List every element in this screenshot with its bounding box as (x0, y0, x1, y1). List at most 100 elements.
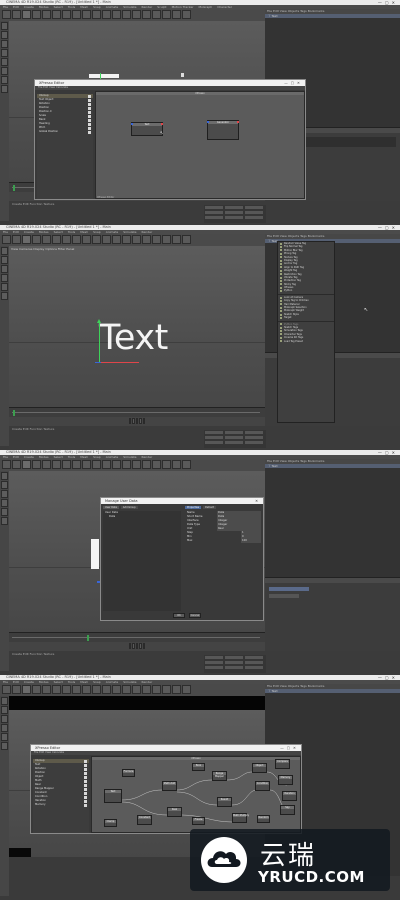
xpresso-node[interactable]: Constant (137, 815, 152, 825)
cube-icon[interactable] (112, 460, 121, 469)
model-mode-icon[interactable] (1, 247, 8, 255)
scale-icon[interactable] (42, 685, 51, 694)
next-frame-icon[interactable] (139, 418, 142, 424)
coord-field[interactable] (245, 211, 263, 214)
move-icon[interactable] (32, 685, 41, 694)
tab-add-group[interactable]: Add Group (120, 506, 138, 509)
rotate-icon[interactable] (52, 460, 61, 469)
rotate-icon[interactable] (52, 235, 61, 244)
axis-z-icon[interactable] (82, 235, 91, 244)
tree-item[interactable]: Memory (33, 803, 89, 807)
redo-icon[interactable] (12, 235, 21, 244)
polygons-mode-icon[interactable] (1, 508, 8, 516)
axis-y-icon[interactable] (72, 460, 81, 469)
subdivision-icon[interactable] (132, 460, 141, 469)
tab-default[interactable]: Default (203, 506, 216, 509)
floor-icon[interactable] (162, 460, 171, 469)
object-row-text[interactable]: ⊤ Text (265, 464, 400, 468)
render-icon[interactable] (102, 460, 111, 469)
cloner-icon[interactable] (142, 10, 151, 19)
xpresso-node[interactable]: Math:Multiply (232, 813, 249, 823)
axis-z-icon[interactable] (82, 10, 91, 19)
xpresso-node[interactable]: Text (131, 122, 163, 136)
coord-field[interactable] (245, 656, 263, 659)
coord-field[interactable] (245, 436, 263, 439)
coord-field[interactable] (205, 206, 223, 209)
menu-item[interactable]: Python (278, 289, 334, 293)
texture-mode-icon[interactable] (1, 256, 8, 264)
edges-mode-icon[interactable] (1, 499, 8, 507)
xpresso-node[interactable]: Spy (280, 805, 295, 815)
coord-field[interactable] (225, 211, 243, 214)
redo-icon[interactable] (12, 460, 21, 469)
select-icon[interactable] (22, 10, 31, 19)
spline-icon[interactable] (122, 10, 131, 19)
select-icon[interactable] (22, 235, 31, 244)
3d-text-object[interactable]: Text (99, 318, 168, 358)
move-icon[interactable] (32, 460, 41, 469)
render-icon[interactable] (102, 235, 111, 244)
prev-frame-icon[interactable] (132, 643, 135, 649)
undo-icon[interactable] (2, 685, 11, 694)
xpresso-node[interactable]: Bool (192, 763, 205, 771)
object-row-text[interactable]: ⊤ Text (265, 689, 400, 693)
coord-field[interactable] (205, 436, 223, 439)
coord-field[interactable] (205, 211, 223, 214)
coord-field[interactable] (205, 656, 223, 659)
deformer-icon[interactable] (152, 685, 161, 694)
dialog-menu[interactable]: File Edit View Calculate (31, 751, 301, 755)
select-icon[interactable] (22, 460, 31, 469)
timeline[interactable] (9, 407, 265, 417)
snap-icon[interactable] (1, 76, 8, 84)
coord-field[interactable] (205, 661, 223, 664)
deformer-icon[interactable] (152, 10, 161, 19)
select-icon[interactable] (22, 685, 31, 694)
goto-end-icon[interactable] (142, 418, 146, 424)
render-view-icon[interactable] (92, 685, 101, 694)
camera-icon[interactable] (172, 460, 181, 469)
xpresso-node[interactable]: Clamp (104, 819, 117, 827)
xpresso-node[interactable]: Compare (275, 759, 290, 769)
prev-frame-icon[interactable] (132, 418, 135, 424)
tree-item[interactable]: Global Position (37, 130, 93, 134)
object-row-text[interactable]: ⊤ Text (265, 14, 400, 18)
axis-z-icon[interactable] (82, 460, 91, 469)
redo-icon[interactable] (12, 10, 21, 19)
floor-icon[interactable] (162, 685, 171, 694)
coord-field[interactable] (205, 431, 223, 434)
next-frame-icon[interactable] (139, 643, 142, 649)
xpresso-node[interactable]: Iteration (282, 791, 297, 801)
spline-icon[interactable] (122, 460, 131, 469)
render-icon[interactable] (102, 10, 111, 19)
menu-item[interactable]: Target (278, 316, 334, 320)
coord-field[interactable] (225, 431, 243, 434)
polygons-mode-icon[interactable] (1, 58, 8, 66)
points-mode-icon[interactable] (1, 265, 8, 273)
undo-icon[interactable] (2, 460, 11, 469)
camera-icon[interactable] (172, 235, 181, 244)
axis-mode-icon[interactable] (1, 292, 8, 300)
play-icon[interactable] (135, 418, 139, 424)
texture-mode-icon[interactable] (1, 31, 8, 39)
render-view-icon[interactable] (92, 10, 101, 19)
attribute-tabs[interactable] (265, 578, 400, 583)
xpresso-node[interactable]: Random (257, 815, 270, 823)
user-data-field[interactable] (269, 594, 299, 598)
tab-properties[interactable]: Properties (185, 506, 202, 509)
move-icon[interactable] (32, 235, 41, 244)
max-field[interactable]: 100 (241, 539, 261, 543)
node-output-port[interactable] (237, 121, 239, 123)
xpresso-canvas[interactable]: XPresso Text Generator ↖ (95, 91, 305, 199)
coord-field[interactable] (225, 441, 243, 444)
texture-mode-icon[interactable] (1, 481, 8, 489)
points-mode-icon[interactable] (1, 40, 8, 48)
workplane-icon[interactable] (1, 85, 8, 93)
axis-z-handle[interactable] (95, 362, 101, 363)
axis-mode-icon[interactable] (1, 517, 8, 525)
xpresso-node[interactable]: Range Mapper (212, 771, 227, 781)
model-mode-icon[interactable] (1, 22, 8, 30)
cancel-button[interactable]: Cancel (189, 613, 201, 618)
xpresso-node[interactable]: Memory (278, 775, 293, 785)
xpresso-node[interactable]: Freeze (192, 817, 205, 825)
node-output-port[interactable] (161, 123, 163, 125)
